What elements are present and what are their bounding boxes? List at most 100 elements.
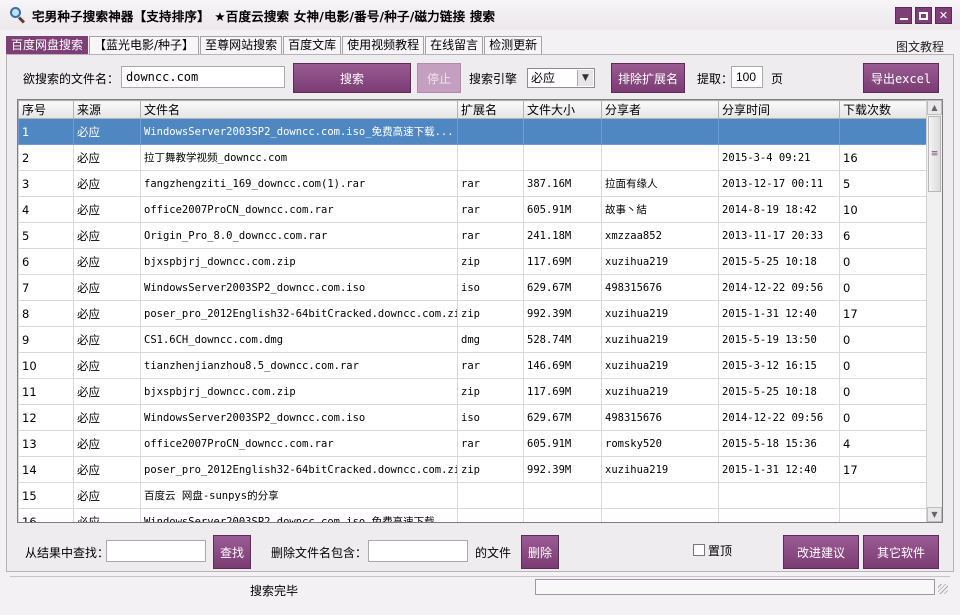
cell-sharer [601,118,719,145]
column-header-index[interactable]: 序号 [18,100,74,119]
column-header-filename[interactable]: 文件名 [140,100,458,119]
cell-size: 117.69M [523,248,602,275]
feedback-button[interactable]: 改进建议 [783,535,859,569]
tab-baidu-wenku[interactable]: 百度文库 [283,36,342,54]
tab-bluray-movies[interactable]: 【蓝光电影/种子】 [89,36,200,54]
delete-button[interactable]: 删除 [521,535,559,569]
cell-downloads: 0 [839,404,928,431]
column-header-share-time[interactable]: 分享时间 [718,100,840,119]
exclude-extension-button[interactable]: 排除扩展名 [611,63,685,93]
tab-baidu-pan-search[interactable]: 百度网盘搜索 [6,36,89,54]
column-header-filesize[interactable]: 文件大小 [523,100,602,119]
table-row[interactable]: 8 必应 poser_pro_2012English32-64bitCracked.… [18,300,928,327]
other-software-button[interactable]: 其它软件 [863,535,939,569]
cell-size [523,118,602,145]
filename-label: 欲搜索的文件名： [23,72,120,86]
table-row[interactable]: 10 必应 tianzhenjianzhou8.5_downcc.com.rar ra… [18,352,928,379]
tab-check-update[interactable]: 检测更新 [484,36,543,54]
cell-source: 必应 [73,118,141,145]
cell-source: 必应 [73,144,141,171]
cell-ext: zip [457,300,524,327]
cell-sharer: 故事丶結 [601,196,719,223]
cell-index: 2 [18,144,74,171]
cell-source: 必应 [73,274,141,301]
cell-time: 2015-1-31 12:40 [718,456,840,483]
scroll-down-icon[interactable]: ▼ [927,507,942,522]
cell-time: 2015-1-31 12:40 [718,300,840,327]
export-excel-button[interactable]: 导出excel [863,63,939,93]
results-table: 序号 来源 文件名 扩展名 文件大小 分享者 分享时间 下载次数 1 必应 Wind… [18,100,928,522]
illustrated-tutorial-link[interactable]: 图文教程 [896,38,944,55]
cell-fn: bjxspbjrj_downcc.com.zip [140,248,458,275]
find-in-results-label: 从结果中查找： [25,546,110,560]
close-button[interactable]: ✕ [935,7,952,24]
search-toolbar: 欲搜索的文件名： 搜索 停止 搜索引擎 必应 ▼ 排除扩展名 提取： 页 导出e… [7,55,953,99]
minimize-button[interactable] [895,7,912,24]
table-row[interactable]: 9 必应 CS1.6CH_downcc.com.dmg dmg 528.74M xuzih… [18,326,928,353]
stop-button[interactable]: 停止 [417,63,461,93]
table-row[interactable]: 11 必应 bjxspbjrj_downcc.com.zip zip 117.69M xu… [18,378,928,405]
fetch-pages-input[interactable] [731,66,763,88]
cell-sharer: xuzihua219 [601,326,719,353]
cell-size: 992.39M [523,300,602,327]
table-row[interactable]: 13 必应 office2007ProCN_downcc.com.rar rar 605… [18,430,928,457]
scroll-thumb[interactable]: ≡ [928,116,941,192]
cell-size: 605.91M [523,196,602,223]
cell-fn: CS1.6CH_downcc.com.dmg [140,326,458,353]
table-row[interactable]: 7 必应 WindowsServer2003SP2_downcc.com.iso is… [18,274,928,301]
cell-source: 必应 [73,222,141,249]
search-button[interactable]: 搜索 [293,63,411,93]
table-row[interactable]: 15 必应 百度云 网盘-sunpys的分享 [18,482,928,509]
cell-sharer: 498315676 [601,274,719,301]
filename-input[interactable] [121,66,285,88]
cell-time: 2015-3-4 09:21 [718,144,840,171]
vertical-scrollbar[interactable]: ▲ ≡ ▼ [926,100,942,522]
cell-downloads [839,508,928,522]
cell-sharer: 拉面有缘人 [601,170,719,197]
cell-downloads [839,118,928,145]
cell-fn: office2007ProCN_downcc.com.rar [140,430,458,457]
cell-ext: rar [457,352,524,379]
cell-fn: 百度云 网盘-sunpys的分享 [140,482,458,509]
engine-select[interactable]: 必应 ▼ [527,68,595,88]
find-button[interactable]: 查找 [213,535,251,569]
pin-on-top-checkbox[interactable] [693,544,705,556]
table-row[interactable]: 5 必应 Origin_Pro_8.0_downcc.com.rar rar 241.1… [18,222,928,249]
table-row[interactable]: 6 必应 bjxspbjrj_downcc.com.zip zip 117.69M xuz… [18,248,928,275]
column-header-downloads[interactable]: 下载次数 [839,100,928,119]
cell-ext [457,482,524,509]
scroll-up-icon[interactable]: ▲ [927,100,942,115]
cell-index: 12 [18,404,74,431]
cell-downloads: 0 [839,274,928,301]
cell-sharer: xuzihua219 [601,248,719,275]
column-header-source[interactable]: 来源 [73,100,141,119]
close-icon: ✕ [938,9,949,22]
table-row[interactable]: 12 必应 WindowsServer2003SP2_downcc.com.iso i… [18,404,928,431]
find-in-results-input[interactable] [106,540,206,562]
cell-source: 必应 [73,482,141,509]
cell-source: 必应 [73,300,141,327]
table-header-row: 序号 来源 文件名 扩展名 文件大小 分享者 分享时间 下载次数 [18,100,928,119]
cell-ext: rar [457,430,524,457]
cell-sharer: 498315676 [601,404,719,431]
cell-downloads: 0 [839,326,928,353]
table-row[interactable]: 16 必应 WindowsServer2003SP2_downcc.com.iso_… [18,508,928,522]
tab-online-message[interactable]: 在线留言 [425,36,484,54]
delete-filename-input[interactable] [368,540,468,562]
cell-fn: poser_pro_2012English32-64bitCracked.dow… [140,300,458,327]
table-row[interactable]: 2 必应 拉丁舞教学视频_downcc.com 2015-3-4 09:21 16 [18,144,928,171]
cell-fn: WindowsServer2003SP2_downcc.com.iso [140,404,458,431]
maximize-button[interactable] [915,7,932,24]
cell-downloads: 0 [839,248,928,275]
tab-site-search[interactable]: 至尊网站搜索 [200,36,283,54]
table-row[interactable]: 3 必应 fangzhengziti_169_downcc.com(1).rar ra… [18,170,928,197]
resize-grip-icon[interactable] [938,584,948,594]
column-header-extension[interactable]: 扩展名 [457,100,524,119]
table-row[interactable]: 4 必应 office2007ProCN_downcc.com.rar rar 605.… [18,196,928,223]
cell-size [523,144,602,171]
table-row[interactable]: 1 必应 WindowsServer2003SP2_downcc.com.iso_免… [18,118,928,145]
cell-index: 11 [18,378,74,405]
tab-video-tutorial[interactable]: 使用视频教程 [342,36,425,54]
table-row[interactable]: 14 必应 poser_pro_2012English32-64bitCracked… [18,456,928,483]
column-header-sharer[interactable]: 分享者 [601,100,719,119]
